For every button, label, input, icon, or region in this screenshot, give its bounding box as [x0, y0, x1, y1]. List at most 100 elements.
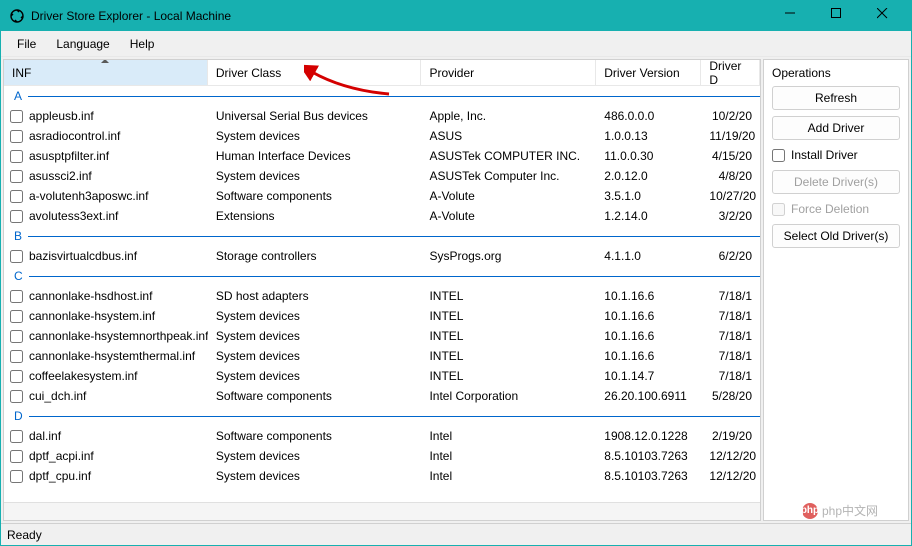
- cell-driver-version: 4.1.1.0: [596, 249, 701, 263]
- row-checkbox[interactable]: [10, 210, 23, 223]
- column-driver-version[interactable]: Driver Version: [596, 60, 701, 85]
- column-driver-class[interactable]: Driver Class: [208, 60, 422, 85]
- close-button[interactable]: [865, 1, 911, 31]
- cell-driver-date: 10/2/20: [701, 109, 760, 123]
- cell-driver-version: 10.1.14.7: [596, 369, 701, 383]
- cell-driver-version: 8.5.10103.7263: [596, 449, 701, 463]
- row-checkbox[interactable]: [10, 290, 23, 303]
- table-row[interactable]: dal.infSoftware componentsIntel1908.12.0…: [4, 426, 760, 446]
- cell-inf: asusptpfilter.inf: [29, 149, 109, 163]
- column-driver-date[interactable]: Driver D: [701, 60, 760, 85]
- row-checkbox[interactable]: [10, 110, 23, 123]
- table-row[interactable]: a-volutenh3aposwc.infSoftware components…: [4, 186, 760, 206]
- menu-language[interactable]: Language: [46, 33, 119, 55]
- row-checkbox[interactable]: [10, 390, 23, 403]
- cell-provider: Intel: [421, 429, 596, 443]
- group-header[interactable]: B: [4, 226, 760, 246]
- cell-provider: A-Volute: [421, 209, 596, 223]
- table-body[interactable]: Aappleusb.infUniversal Serial Bus device…: [4, 86, 760, 502]
- table-row[interactable]: asradiocontrol.infSystem devicesASUS1.0.…: [4, 126, 760, 146]
- sort-ascending-icon: [101, 60, 109, 63]
- delete-drivers-button[interactable]: Delete Driver(s): [772, 170, 900, 194]
- cell-provider: Intel: [421, 469, 596, 483]
- cell-inf: coffeelakesystem.inf: [29, 369, 138, 383]
- row-checkbox[interactable]: [10, 370, 23, 383]
- group-divider: [29, 276, 760, 277]
- row-checkbox[interactable]: [10, 250, 23, 263]
- group-header[interactable]: D: [4, 406, 760, 426]
- refresh-button[interactable]: Refresh: [772, 86, 900, 110]
- table-row[interactable]: cannonlake-hsystemnorthpeak.infSystem de…: [4, 326, 760, 346]
- cell-inf: cannonlake-hsystemthermal.inf: [29, 349, 195, 363]
- row-checkbox[interactable]: [10, 450, 23, 463]
- content-area: INF Driver Class Provider Driver Version…: [1, 57, 911, 523]
- cell-driver-class: Extensions: [208, 209, 422, 223]
- add-driver-button[interactable]: Add Driver: [772, 116, 900, 140]
- cell-provider: INTEL: [421, 349, 596, 363]
- cell-provider: INTEL: [421, 289, 596, 303]
- maximize-button[interactable]: [819, 1, 865, 31]
- select-old-drivers-button[interactable]: Select Old Driver(s): [772, 224, 900, 248]
- install-driver-checkbox[interactable]: [772, 149, 785, 162]
- table-row[interactable]: dptf_acpi.infSystem devicesIntel8.5.1010…: [4, 446, 760, 466]
- force-deletion-label: Force Deletion: [791, 202, 869, 216]
- cell-provider: A-Volute: [421, 189, 596, 203]
- cell-driver-version: 3.5.1.0: [596, 189, 701, 203]
- table-row[interactable]: asussci2.infSystem devicesASUSTek Comput…: [4, 166, 760, 186]
- cell-driver-version: 8.5.10103.7263: [596, 469, 701, 483]
- column-provider[interactable]: Provider: [421, 60, 596, 85]
- cell-provider: Intel: [421, 449, 596, 463]
- install-driver-checkbox-row[interactable]: Install Driver: [772, 146, 900, 164]
- table-row[interactable]: asusptpfilter.inf Human Interface Devices…: [4, 146, 760, 166]
- table-row[interactable]: dptf_cpu.infSystem devicesIntel8.5.10103…: [4, 466, 760, 486]
- table-row[interactable]: avolutess3ext.infExtensionsA-Volute1.2.1…: [4, 206, 760, 226]
- menu-help[interactable]: Help: [120, 33, 165, 55]
- cell-driver-date: 2/19/20: [701, 429, 760, 443]
- cell-driver-date: 10/27/20: [701, 189, 760, 203]
- cell-inf: a-volutenh3aposwc.inf: [29, 189, 148, 203]
- cell-driver-class: System devices: [208, 369, 422, 383]
- cell-driver-class: Human Interface Devices: [208, 149, 422, 163]
- row-checkbox[interactable]: [10, 130, 23, 143]
- row-checkbox[interactable]: [10, 430, 23, 443]
- column-inf[interactable]: INF: [4, 60, 208, 85]
- row-checkbox[interactable]: [10, 470, 23, 483]
- cell-provider: Intel Corporation: [421, 389, 596, 403]
- cell-inf: asradiocontrol.inf: [29, 129, 120, 143]
- window-controls: [773, 1, 911, 31]
- cell-provider: ASUSTek Computer Inc.: [421, 169, 596, 183]
- table-row[interactable]: cannonlake-hsdhost.infSD host adaptersIN…: [4, 286, 760, 306]
- row-checkbox[interactable]: [10, 350, 23, 363]
- row-checkbox[interactable]: [10, 330, 23, 343]
- cell-driver-version: 1.2.14.0: [596, 209, 701, 223]
- table-row[interactable]: cannonlake-hsystem.infSystem devicesINTE…: [4, 306, 760, 326]
- group-header[interactable]: C: [4, 266, 760, 286]
- table-row[interactable]: bazisvirtualcdbus.inf Storage controllers…: [4, 246, 760, 266]
- column-driver-class-label: Driver Class: [216, 66, 281, 80]
- cell-driver-class: System devices: [208, 169, 422, 183]
- menu-file[interactable]: File: [7, 33, 46, 55]
- row-checkbox[interactable]: [10, 170, 23, 183]
- driver-table: INF Driver Class Provider Driver Version…: [4, 60, 760, 502]
- cell-inf: appleusb.inf: [29, 109, 94, 123]
- row-checkbox[interactable]: [10, 150, 23, 163]
- row-checkbox[interactable]: [10, 190, 23, 203]
- cell-provider: INTEL: [421, 369, 596, 383]
- titlebar: Driver Store Explorer - Local Machine: [1, 1, 911, 31]
- table-row[interactable]: cannonlake-hsystemthermal.infSystem devi…: [4, 346, 760, 366]
- cell-driver-version: 10.1.16.6: [596, 329, 701, 343]
- table-row[interactable]: coffeelakesystem.inf System devicesINTEL1…: [4, 366, 760, 386]
- group-header[interactable]: A: [4, 86, 760, 106]
- group-letter: B: [14, 229, 22, 243]
- cell-provider: ASUSTek COMPUTER INC.: [421, 149, 596, 163]
- column-driver-date-label: Driver D: [709, 60, 751, 87]
- table-row[interactable]: cui_dch.infSoftware componentsIntel Corp…: [4, 386, 760, 406]
- horizontal-scrollbar[interactable]: [4, 502, 760, 520]
- column-inf-label: INF: [12, 66, 31, 80]
- cell-driver-class: Storage controllers: [208, 249, 422, 263]
- minimize-button[interactable]: [773, 1, 819, 31]
- table-row[interactable]: appleusb.infUniversal Serial Bus devices…: [4, 106, 760, 126]
- cell-provider: INTEL: [421, 309, 596, 323]
- row-checkbox[interactable]: [10, 310, 23, 323]
- cell-inf: bazisvirtualcdbus.inf: [29, 249, 137, 263]
